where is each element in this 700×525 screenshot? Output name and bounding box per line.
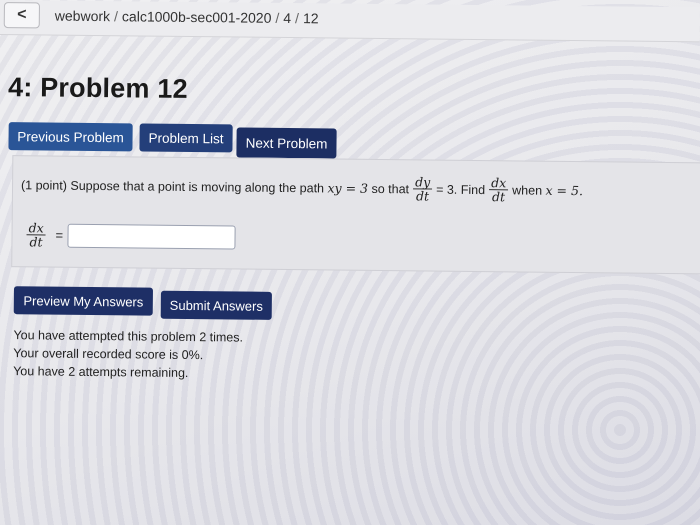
fraction-denominator: dt xyxy=(415,188,430,204)
answer-row: dx dt = xyxy=(22,220,236,250)
breadcrumb-item-webwork[interactable]: webwork xyxy=(55,8,110,25)
points-label: (1 point) xyxy=(20,177,67,193)
problem-text-2: so that xyxy=(371,181,410,196)
breadcrumb-separator: / xyxy=(114,8,119,25)
breadcrumb-bar: < webwork / calc1000b-sec001-2020/4/12 xyxy=(0,0,700,43)
chevron-left-icon: < xyxy=(17,6,27,24)
page-title: 4: Problem 12 xyxy=(7,72,188,104)
attempt-status: You have attempted this problem 2 times.… xyxy=(13,326,243,382)
problem-panel: (1 point) Suppose that a point is moving… xyxy=(11,155,700,275)
problem-list-button[interactable]: Problem List xyxy=(139,123,233,153)
status-remaining: You have 2 attempts remaining. xyxy=(13,364,189,380)
problem-text-1: Suppose that a point is moving along the… xyxy=(70,178,325,196)
problem-text-3: Find xyxy=(460,182,486,197)
fraction-denominator: dt xyxy=(491,189,506,205)
math-equation-path: xy = 3 xyxy=(327,180,369,196)
answer-label-fraction: dx dt xyxy=(26,220,46,250)
breadcrumb-separator: / xyxy=(295,10,300,27)
problem-statement: (1 point) Suppose that a point is moving… xyxy=(21,171,583,204)
breadcrumb-item-course[interactable]: calc1000b-sec001-2020 xyxy=(122,8,272,26)
back-button[interactable]: < xyxy=(3,2,40,29)
breadcrumb-item-problem: 12 xyxy=(302,10,319,27)
breadcrumb: webwork / calc1000b-sec001-2020/4/12 xyxy=(55,8,319,27)
submit-answers-button[interactable]: Submit Answers xyxy=(160,290,272,320)
breadcrumb-item-set[interactable]: 4 xyxy=(283,10,291,26)
previous-problem-button[interactable]: Previous Problem xyxy=(8,122,133,152)
answer-input[interactable] xyxy=(67,223,236,250)
next-problem-button[interactable]: Next Problem xyxy=(236,127,337,159)
problem-text-4: when xyxy=(512,182,543,198)
math-condition: x = 5. xyxy=(545,182,584,199)
status-score: Your overall recorded score is 0%. xyxy=(13,346,204,363)
fraction-dx-dt: dx dt xyxy=(489,175,509,205)
preview-answers-button[interactable]: Preview My Answers xyxy=(13,286,153,316)
fraction-denominator: dt xyxy=(29,234,43,250)
fraction-dy-dt: dy dt xyxy=(413,174,433,204)
webwork-page: < webwork / calc1000b-sec001-2020/4/12 4: … xyxy=(0,0,700,525)
math-equals-value: = 3. xyxy=(436,182,458,197)
answer-equals-sign: = xyxy=(55,227,64,243)
status-attempts: You have attempted this problem 2 times. xyxy=(13,328,244,345)
breadcrumb-separator: / xyxy=(275,9,280,26)
